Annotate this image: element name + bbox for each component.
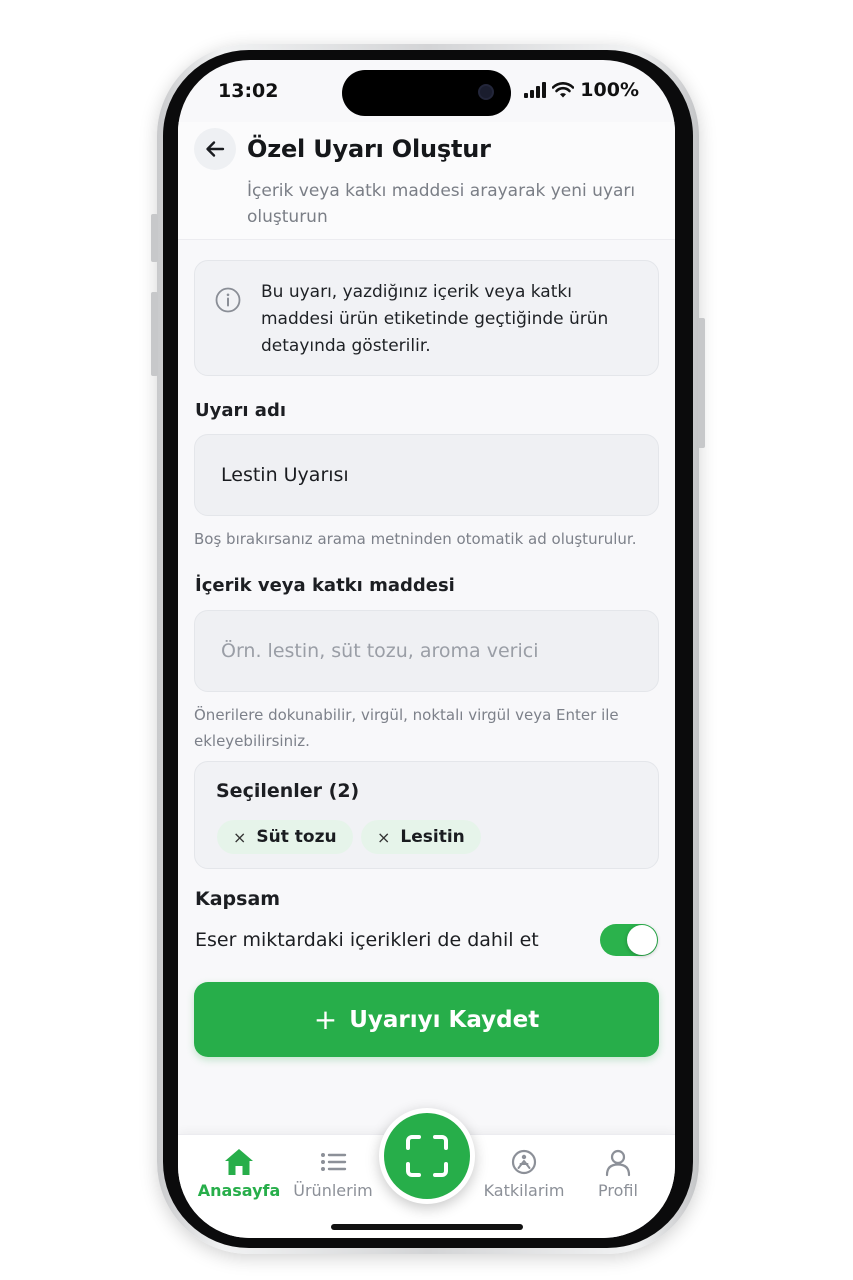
home-icon <box>225 1149 253 1175</box>
selected-title: Seçilenler (2) <box>216 780 360 802</box>
volume-button <box>151 292 158 376</box>
power-button <box>698 318 705 448</box>
scope-label: Kapsam <box>195 888 281 910</box>
alert-name-helper: Boş bırakırsanız arama metninden otomati… <box>194 530 637 548</box>
save-alert-button[interactable]: + Uyarıyı Kaydet <box>194 982 659 1057</box>
alert-name-label: Uyarı adı <box>195 400 287 421</box>
signal-icon <box>524 82 547 98</box>
home-indicator <box>331 1224 523 1230</box>
scan-button[interactable] <box>379 1108 475 1204</box>
trace-toggle[interactable] <box>600 924 658 956</box>
info-icon <box>215 287 241 313</box>
nav-item-home[interactable]: Anasayfa <box>191 1147 287 1200</box>
scan-icon <box>406 1135 448 1177</box>
status-time: 13:02 <box>218 80 279 102</box>
ingredient-helper: Önerilere dokunabilir, virgül, noktalı v… <box>194 706 619 750</box>
close-icon[interactable]: × <box>377 828 390 847</box>
nav-item-products[interactable]: Ürünlerim <box>285 1147 381 1200</box>
arrow-left-icon <box>206 141 225 157</box>
action-button <box>151 214 158 262</box>
chip-label: Lesitin <box>400 827 465 847</box>
save-button-label: Uyarıyı Kaydet <box>349 1006 540 1033</box>
battery-level: 100% <box>580 79 639 101</box>
status-indicators: 100% <box>524 79 639 101</box>
nav-label: Ürünlerim <box>293 1181 373 1200</box>
nav-label: Anasayfa <box>197 1181 281 1200</box>
page-title: Özel Uyarı Oluştur <box>247 135 491 163</box>
list-icon <box>321 1153 347 1171</box>
camera-icon <box>478 84 494 100</box>
selected-chip[interactable]: × Süt tozu <box>217 820 353 854</box>
wifi-icon <box>552 82 575 98</box>
selected-chip[interactable]: × Lesitin <box>361 820 481 854</box>
additive-icon <box>511 1149 537 1175</box>
info-box: Bu uyarı, yazdiğınız içerik veya katkı m… <box>194 260 659 376</box>
phone-screen: 13:02 100% Özel Uyarı Oluştur İçerik vey… <box>178 60 675 1238</box>
trace-toggle-label: Eser miktardaki içerikleri de dahil et <box>195 929 539 951</box>
nav-item-profile[interactable]: Profil <box>570 1147 666 1200</box>
status-bar: 13:02 100% <box>178 60 675 122</box>
nav-label: Profil <box>598 1181 638 1200</box>
nav-label: Katkilarim <box>483 1181 565 1200</box>
chip-label: Süt tozu <box>256 827 337 847</box>
alert-name-input[interactable]: Lestin Uyarısı <box>194 434 659 516</box>
nav-item-additives[interactable]: Katkilarim <box>476 1147 572 1200</box>
page-subtitle: İçerik veya katkı maddesi arayarak yeni … <box>247 181 636 227</box>
toggle-knob <box>627 925 657 955</box>
info-text: Bu uyarı, yazdiğınız içerik veya katkı m… <box>261 282 609 356</box>
plus-icon: + <box>313 1002 338 1036</box>
ingredient-label: İçerik veya katkı maddesi <box>195 575 455 596</box>
close-icon[interactable]: × <box>233 828 246 847</box>
ingredient-search-input[interactable] <box>194 610 659 692</box>
selected-items-box: Seçilenler (2) × Süt tozu × Lesitin <box>194 761 659 869</box>
user-icon <box>605 1149 631 1177</box>
back-button[interactable] <box>194 128 236 170</box>
